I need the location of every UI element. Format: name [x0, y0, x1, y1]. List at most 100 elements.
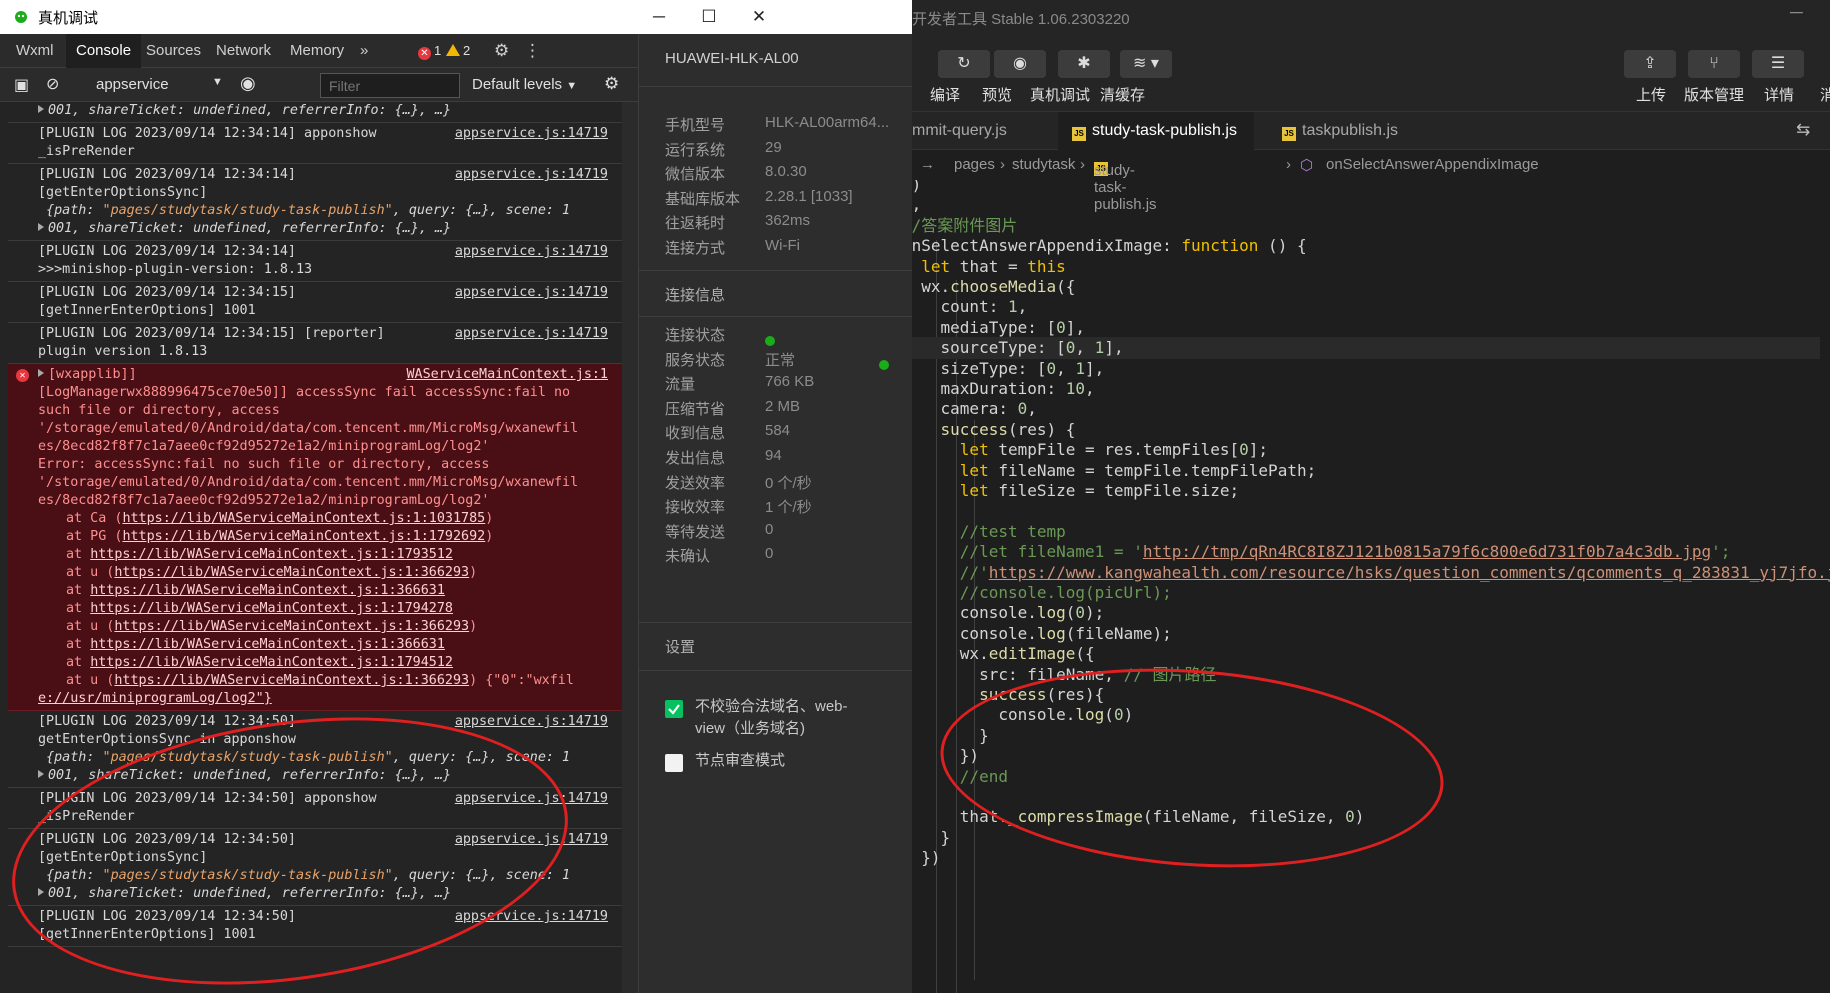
tab-wxml[interactable]: Wxml [6, 34, 64, 68]
tab-network[interactable]: Network [206, 34, 281, 68]
code-line[interactable]: mediaType: [0], [912, 317, 1086, 339]
code-line[interactable]: //let fileName1 = 'http://tmp/qRn4RC8I8Z… [912, 541, 1731, 563]
code-line[interactable]: count: 1, [912, 296, 1028, 318]
tab-study-task-publish[interactable]: JSstudy-task-publish.js ✕ [1058, 112, 1254, 177]
stack-link[interactable]: https://lib/WAServiceMainContext.js:1:17… [90, 601, 453, 616]
close-button[interactable]: ✕ [744, 4, 774, 30]
code-line[interactable]: }, [912, 194, 921, 216]
log-source-link[interactable]: appservice.js:14719 [455, 125, 608, 143]
log-source-link[interactable]: appservice.js:14719 [455, 243, 608, 261]
filter-input[interactable] [320, 73, 460, 98]
eye-icon[interactable]: ◉ [240, 73, 256, 94]
minimize-button[interactable]: ─ [644, 4, 674, 30]
code-line[interactable]: wx.editImage({ [912, 643, 1095, 665]
info-label: 服务状态 [665, 351, 726, 369]
console-settings-gear-icon[interactable]: ⚙ [604, 74, 619, 94]
upload-button[interactable]: ⇪ [1624, 50, 1676, 78]
code-line[interactable]: onSelectAnswerAppendixImage: function ()… [912, 235, 1307, 257]
stack-link[interactable]: https://lib/WAServiceMainContext.js:1:36… [114, 619, 469, 634]
code-line[interactable]: //'https://www.kangwahealth.com/resource… [912, 562, 1830, 584]
domain-check-checkbox[interactable] [665, 700, 683, 718]
clear-cache-button[interactable]: ≋ ▾ [1120, 50, 1172, 78]
code-line[interactable]: //答案附件图片 [912, 215, 1017, 237]
code-line[interactable]: let tempFile = res.tempFiles[0]; [912, 439, 1268, 461]
tab-memory[interactable]: Memory [280, 34, 354, 68]
expand-triangle-icon[interactable] [38, 770, 44, 778]
stack-link[interactable]: e://usr/miniprogramLog/log2"} [38, 691, 272, 706]
log-source-link[interactable]: appservice.js:14719 [455, 713, 608, 731]
log-source-link[interactable]: appservice.js:14719 [455, 325, 608, 343]
log-entry[interactable]: 001, shareTicket: undefined, referrerInf… [8, 102, 622, 123]
stack-link[interactable]: https://lib/WAServiceMainContext.js:1:36… [114, 565, 469, 580]
divider [639, 86, 913, 87]
log-entry[interactable]: appservice.js:14719 [PLUGIN LOG 2023/09/… [8, 282, 622, 323]
log-source-link[interactable]: appservice.js:14719 [455, 166, 608, 184]
warning-count-badge[interactable]: 2 [446, 43, 470, 58]
code-line[interactable]: sourceType: [0, 1], [912, 337, 1820, 360]
expand-triangle-icon[interactable] [38, 223, 44, 231]
compile-button[interactable]: ↻ [938, 50, 990, 78]
error-count-badge[interactable]: ✕ 1 [418, 43, 441, 60]
log-entry[interactable]: appservice.js:14719 [PLUGIN LOG 2023/09/… [8, 164, 622, 241]
error-log-entry[interactable]: ✕ WAServiceMainContext.js:1 [wxapplib]] … [8, 364, 622, 711]
details-button[interactable]: ☰ [1752, 50, 1804, 78]
clear-console-icon[interactable]: ⊘ [46, 74, 59, 94]
preview-button[interactable]: ◉ [994, 50, 1046, 78]
code-line[interactable]: } [912, 827, 951, 849]
breadcrumb-item[interactable]: pages [954, 156, 995, 173]
sidebar-toggle-icon[interactable]: ▣ [14, 75, 29, 95]
log-source-link[interactable]: appservice.js:14719 [455, 284, 608, 302]
remote-debug-button[interactable]: ✱ [1058, 50, 1110, 78]
code-line[interactable]: let fileSize = tempFile.size; [912, 480, 1239, 502]
expand-triangle-icon[interactable] [38, 369, 44, 377]
tab-console[interactable]: Console [66, 34, 142, 68]
log-levels-select[interactable]: Default levels ▼ [472, 76, 577, 93]
stack-link[interactable]: https://lib/WAServiceMainContext.js:1:36… [90, 637, 445, 652]
stack-link[interactable]: https://lib/WAServiceMainContext.js:1:10… [122, 511, 485, 526]
node-inspect-checkbox[interactable] [665, 754, 683, 772]
code-line[interactable]: maxDuration: 10, [912, 378, 1095, 400]
screen: 真机调试 ─ ☐ ✕ Wxml Console Sources Network … [0, 0, 1830, 993]
code-line[interactable]: camera: 0, [912, 398, 1037, 420]
log-levels-label: Default levels [472, 76, 563, 93]
code-line[interactable]: }) [912, 847, 940, 869]
code-line[interactable]: //console.log(picUrl); [912, 582, 1172, 604]
expand-triangle-icon[interactable] [38, 105, 44, 113]
breadcrumb-item[interactable]: onSelectAnswerAppendixImage [1326, 156, 1539, 173]
code-line[interactable]: wx.chooseMedia({ [912, 276, 1075, 298]
code-line[interactable]: //test temp [912, 521, 1066, 543]
stack-link[interactable]: https://lib/WAServiceMainContext.js:1:17… [90, 655, 453, 670]
version-button[interactable]: ⑂ [1688, 50, 1740, 78]
info-label: 基础库版本 [665, 190, 741, 208]
info-label: 连接状态 [665, 327, 726, 344]
error-source-link[interactable]: WAServiceMainContext.js:1 [406, 366, 608, 384]
stack-link[interactable]: https://lib/WAServiceMainContext.js:1:36… [114, 673, 469, 688]
stack-link[interactable]: https://lib/WAServiceMainContext.js:1:36… [90, 583, 445, 598]
console-scrollbar[interactable] [622, 102, 638, 993]
minimize-button[interactable]: ─ [1790, 2, 1803, 23]
stack-link[interactable]: https://lib/WAServiceMainContext.js:1:17… [90, 547, 453, 562]
log-entry[interactable]: appservice.js:14719 [PLUGIN LOG 2023/09/… [8, 241, 622, 282]
code-line[interactable]: console.log(0); [912, 602, 1105, 624]
error-line: es/8ecd82f8f7c1a7aee0cf92d95272e1a2/mini… [38, 493, 490, 508]
code-line[interactable]: console.log(fileName); [912, 623, 1172, 645]
tab-commit-query[interactable]: mmit-query.js [898, 112, 1007, 150]
code-line[interactable]: sizeType: [0, 1], [912, 358, 1105, 380]
maximize-button[interactable]: ☐ [694, 4, 724, 30]
more-tabs-button[interactable]: » [350, 34, 378, 68]
kebab-menu-icon[interactable]: ⋮ [514, 34, 551, 68]
split-editor-icon[interactable]: ⇆ [1796, 120, 1810, 140]
info-label: 收到信息 [665, 425, 726, 443]
code-line[interactable]: let fileName = tempFile.tempFilePath; [912, 460, 1316, 482]
code-line[interactable]: success(res) { [912, 419, 1076, 441]
domain-check-label: 不校验合法域名、web-view（业务域名) [695, 698, 848, 737]
tab-sources[interactable]: Sources [136, 34, 211, 68]
stack-link[interactable]: https://lib/WAServiceMainContext.js:1:17… [122, 529, 485, 544]
tab-taskpublish[interactable]: JS taskpublish.js [1268, 112, 1398, 150]
log-entry[interactable]: appservice.js:14719 [PLUGIN LOG 2023/09/… [8, 123, 622, 164]
log-entry[interactable]: appservice.js:14719 [PLUGIN LOG 2023/09/… [8, 323, 622, 364]
context-select[interactable]: appservice [96, 76, 169, 93]
code-line[interactable]: let that = this [912, 256, 1066, 278]
breadcrumb-item[interactable]: studytask [1012, 156, 1075, 173]
code-editor[interactable]: })},//答案附件图片onSelectAnswerAppendixImage:… [912, 180, 1830, 993]
